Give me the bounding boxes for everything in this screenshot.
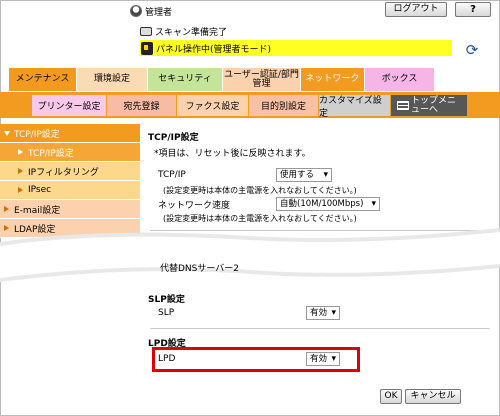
speed-select[interactable]: 自動(10M/100Mbps) [276,197,380,211]
panel-status-bar: パネル操作中(管理者モード) [140,40,452,56]
lpd-label: LPD [158,354,176,364]
speed-hint: (設定変更時は本体の主電源を入れなおしてください。) [163,214,357,223]
divider [150,328,490,329]
page-title: TCP/IP設定 [148,133,199,143]
tab-network[interactable]: ネットワーク [301,68,365,91]
tcpip-label: TCP/IP [158,170,186,180]
subtab-address[interactable]: 宛先登録 [107,95,176,116]
scan-status-text: スキャン準備完了 [155,28,228,38]
arrow-icon [18,187,23,193]
page-break-wave [0,228,500,282]
subtab-customize[interactable]: カスタマイズ設定 [319,95,390,119]
cancel-button[interactable]: キャンセル [405,389,461,404]
slp-title: SLP設定 [148,295,185,305]
scanner-icon [140,27,152,36]
tcpip-select[interactable]: 使用する [276,168,332,182]
refresh-icon[interactable]: ⟳ [464,42,480,58]
ok-button[interactable]: OK [380,389,402,404]
scan-status: スキャン準備完了 [140,25,227,38]
sidebar-item-ip-filter[interactable]: IPフィルタリング [0,162,140,181]
sidebar: TCP/IP設定 TCP/IP設定 IPフィルタリング IPsec E-mail… [0,124,140,238]
tab-user-auth[interactable]: ユーザー認証/部門管理 [223,68,301,91]
top-menu-label: トップメニューへ [411,95,457,115]
slp-select[interactable]: 有効 [306,306,340,320]
tab-maintenance[interactable]: メンテナンス [9,68,77,91]
user-indicator: 管理者 [130,4,172,18]
help-button[interactable]: ? [455,2,491,17]
subtab-purpose[interactable]: 目的別設定 [249,95,318,116]
logout-button[interactable]: ログアウト [385,2,447,17]
tab-environment[interactable]: 環境設定 [77,68,148,91]
sidebar-item-tcpip[interactable]: TCP/IP設定 [0,143,140,162]
subtab-fax[interactable]: ファクス設定 [177,95,248,116]
main-tabs: メンテナンス 環境設定 セキュリティ ユーザー認証/部門管理 ネットワーク ボッ… [9,68,435,91]
tab-security[interactable]: セキュリティ [148,68,223,91]
speed-label: ネットワーク速度 [158,201,231,211]
arrow-icon [4,206,9,212]
sub-tabs: プリンター設定 宛先登録 ファクス設定 目的別設定 カスタマイズ設定 トップメニ… [0,92,500,119]
arrow-icon [18,168,23,174]
arrow-icon [18,149,23,155]
expand-icon [4,130,10,136]
sidebar-item-email[interactable]: E-mail設定 [0,200,140,219]
subtab-top-menu[interactable]: トップメニューへ [391,95,467,116]
panel-status-text: パネル操作中(管理者モード) [156,44,272,55]
slp-label: SLP [158,308,175,318]
sidebar-item-tcpip-group[interactable]: TCP/IP設定 [0,124,140,143]
subtab-printer[interactable]: プリンター設定 [32,95,106,116]
user-label: 管理者 [145,7,173,18]
reset-note: *項目は、リセット後に反映されます。 [154,149,311,159]
tab-box[interactable]: ボックス [365,68,435,91]
dns-label: 代替DNSサーバー2 [160,264,240,274]
user-icon [130,5,142,17]
lock-icon [141,41,153,55]
lpd-select[interactable]: 有効 [306,352,340,366]
menu-icon [397,101,409,110]
sidebar-item-ipsec[interactable]: IPsec [0,181,140,200]
tcpip-hint: (設定変更時は本体の主電源を入れなおしてください。) [163,186,357,195]
